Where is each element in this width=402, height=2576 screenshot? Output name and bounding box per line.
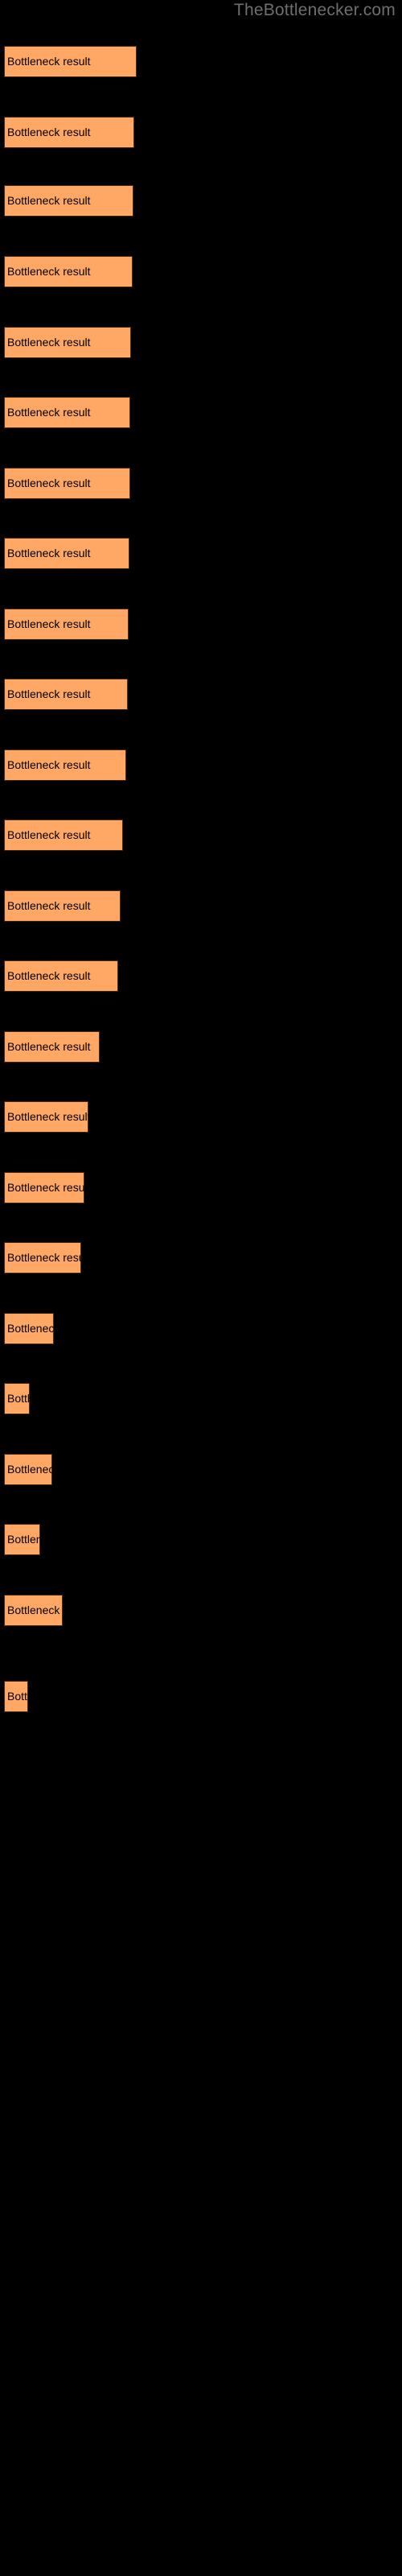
bar-21[interactable] (4, 1454, 52, 1485)
bar-11[interactable] (4, 749, 126, 781)
bar-clip: Bottleneck result (4, 679, 128, 710)
bar-clip: Bottleneck result (4, 819, 123, 851)
bar-16[interactable] (4, 1101, 88, 1133)
bar-10[interactable] (4, 679, 128, 710)
bar-clip: Bottleneck result (4, 397, 130, 428)
bar-13[interactable] (4, 890, 121, 922)
bar-12[interactable] (4, 819, 123, 851)
bar-8[interactable] (4, 538, 129, 569)
bar-17[interactable] (4, 1172, 84, 1203)
bar-clip: Bottleneck result (4, 1031, 100, 1063)
bar-clip: Bottleneck result (4, 256, 133, 287)
bar-clip: Bottleneck result (4, 890, 121, 922)
bar-15[interactable] (4, 1031, 100, 1063)
bar-clip: Bottleneck result (4, 1383, 30, 1414)
bar-23[interactable] (4, 1595, 63, 1626)
bar-4[interactable] (4, 256, 133, 287)
bar-22[interactable] (4, 1524, 40, 1555)
bar-5[interactable] (4, 327, 131, 358)
bar-clip: Bottleneck result (4, 468, 130, 499)
bar-7[interactable] (4, 468, 130, 499)
bar-14[interactable] (4, 960, 118, 992)
bar-clip: Bottleneck result (4, 1101, 88, 1133)
bar-clip: Bottleneck result (4, 609, 129, 640)
bar-20[interactable] (4, 1383, 30, 1414)
bar-clip: Bottleneck result (4, 1313, 54, 1344)
bar-clip: Bottleneck result (4, 538, 129, 569)
bottleneck-bar-chart: Bottleneck result Bottleneck result Bottle… (0, 0, 402, 2576)
bar-1[interactable] (4, 46, 137, 77)
bar-clip: Bottleneck result (4, 46, 137, 77)
bar-clip: Bottleneck result (4, 1524, 40, 1555)
bar-clip: Bottleneck result (4, 749, 126, 781)
bar-24[interactable] (4, 1681, 28, 1712)
bar-clip: Bottleneck result (4, 1172, 84, 1203)
bar-clip: Bottleneck result (4, 1595, 63, 1626)
bar-18[interactable] (4, 1242, 81, 1274)
bar-clip: Bottleneck result (4, 960, 118, 992)
bar-clip: Bottleneck result (4, 185, 133, 217)
bar-19[interactable] (4, 1313, 54, 1344)
bar-2[interactable] (4, 117, 134, 148)
bar-clip: Bottleneck result (4, 1681, 28, 1712)
bar-clip: Bottleneck result (4, 1454, 52, 1485)
bar-9[interactable] (4, 609, 129, 640)
bar-clip: Bottleneck result (4, 1242, 81, 1274)
bar-clip: Bottleneck result (4, 117, 134, 148)
bar-clip: Bottleneck result (4, 327, 131, 358)
bar-6[interactable] (4, 397, 130, 428)
page-root: TheBottlenecker.com Bottleneck result Bot… (0, 0, 402, 2576)
bar-3[interactable] (4, 185, 133, 217)
